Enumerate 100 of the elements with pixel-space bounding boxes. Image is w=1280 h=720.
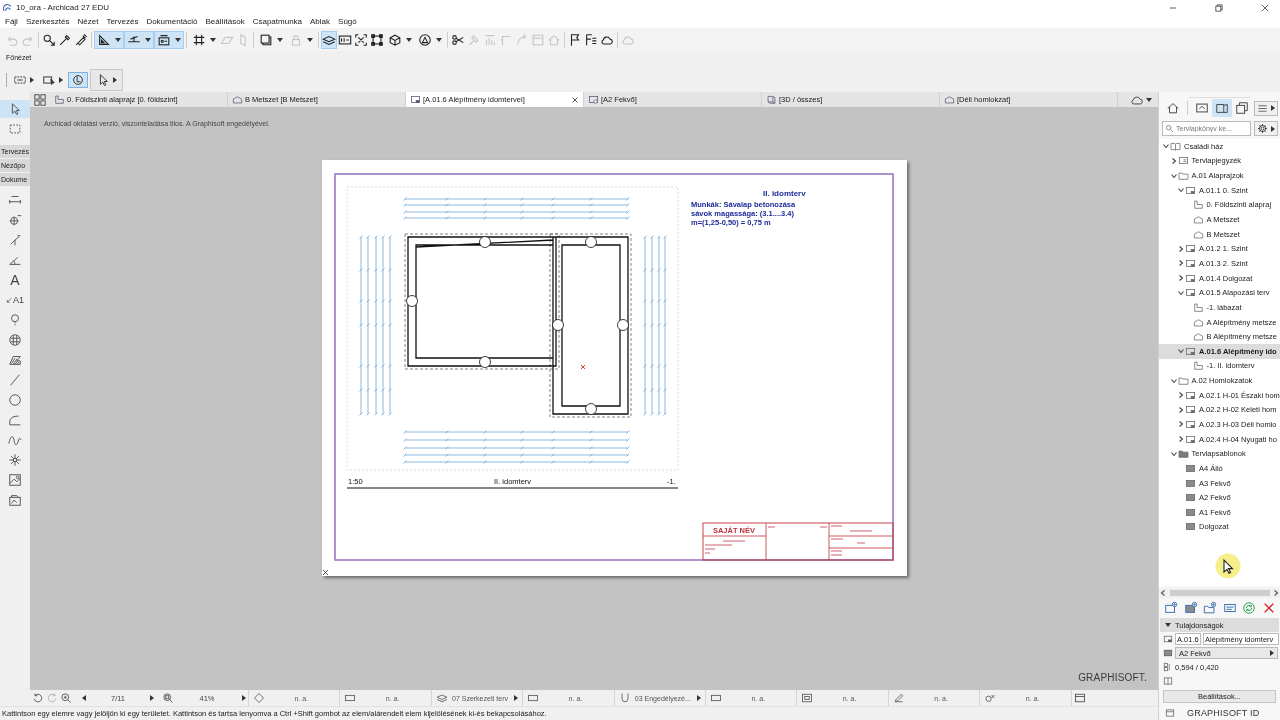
chevron-left-icon[interactable] [1159, 589, 1167, 597]
sheet-icon [1185, 433, 1196, 445]
marquee-icon [8, 122, 22, 136]
triangle-right-icon[interactable] [242, 695, 246, 701]
menu-item[interactable]: Nézet [73, 17, 103, 26]
chevron-right-icon[interactable] [1177, 420, 1185, 429]
pointer-tool-button[interactable] [0, 100, 30, 118]
menu-item[interactable]: Ablak [306, 17, 335, 26]
chevron-down-icon[interactable] [1177, 186, 1185, 195]
graphisoft-id-label[interactable]: GRAPHISOFT ID [1187, 707, 1260, 718]
framed-chevron-icon [1195, 101, 1209, 115]
zoom-icon[interactable] [162, 692, 174, 704]
chevron-right-icon[interactable] [1272, 589, 1280, 597]
chevron-down-icon[interactable] [1169, 171, 1178, 180]
close-icon[interactable] [571, 95, 579, 104]
sheet-badge-icon [588, 94, 599, 105]
floor-plan-icon [1192, 301, 1204, 313]
restore-icon [1214, 2, 1224, 13]
hatched-fill-icon [8, 353, 22, 367]
dimension-icon [8, 193, 22, 207]
menu-item[interactable]: Fájl [1, 17, 22, 26]
box-dot-button[interactable] [154, 30, 184, 49]
chevron-down-icon[interactable] [1177, 347, 1185, 356]
book-icon [1170, 140, 1181, 152]
text-tool-button[interactable]: A [0, 271, 30, 289]
window-icon[interactable] [1073, 692, 1086, 704]
eyedropper-icon [58, 32, 72, 47]
triangle-right-icon[interactable] [150, 695, 154, 701]
diamond-icon [253, 692, 265, 704]
sheet-icon [1185, 184, 1196, 196]
chevron-right-icon[interactable] [1177, 435, 1185, 444]
chevron-right-icon[interactable] [1177, 274, 1185, 283]
triangle-right-icon [30, 77, 34, 83]
horizontal-scrollbar[interactable] [1159, 588, 1280, 598]
circle-icon [8, 393, 22, 407]
new-folder-icon[interactable] [1203, 601, 1218, 615]
grid-squares-icon[interactable] [33, 92, 47, 107]
zoom-in-icon[interactable] [60, 692, 72, 704]
chevron-down-icon[interactable] [1177, 288, 1185, 297]
triangle-right-icon [59, 77, 63, 83]
floor-plan-icon [1192, 199, 1204, 211]
guide-line-button[interactable] [124, 30, 154, 49]
new-sheet-icon[interactable] [1164, 601, 1178, 615]
layers-icon [435, 692, 448, 704]
rotate-left-icon[interactable] [32, 692, 44, 704]
refresh-icon[interactable] [1242, 601, 1257, 615]
card-icon[interactable] [1222, 601, 1237, 615]
menu-item[interactable]: Csapatmunka [248, 17, 307, 26]
menu-item[interactable]: Tervezés [102, 17, 143, 26]
squares-line-icon [1163, 662, 1173, 672]
set-square-button[interactable] [94, 30, 124, 49]
house-outline-icon [1192, 331, 1204, 343]
layout-book-button[interactable] [1212, 99, 1232, 117]
arc-line-icon [8, 413, 22, 427]
menu-item[interactable]: Beállítások [201, 17, 249, 26]
stack-icon [1235, 101, 1249, 115]
chevron-down-icon[interactable] [1169, 376, 1178, 385]
menu-item[interactable]: Szerkesztés [21, 17, 74, 26]
house-outline-icon [1192, 214, 1204, 225]
rectangle-icon [527, 692, 540, 704]
dashed-rect-icon [13, 73, 27, 87]
caret-icon [406, 37, 412, 42]
caret-icon [115, 37, 121, 42]
pointer-button[interactable] [90, 69, 123, 91]
sheet-icon [1185, 272, 1196, 284]
triangle-right-icon [1271, 105, 1275, 111]
house-outline-icon [1192, 316, 1204, 328]
chevron-down-icon[interactable] [1162, 142, 1170, 151]
sun-icon [8, 453, 22, 467]
chevron-right-icon[interactable] [1177, 259, 1185, 268]
filled-sheet-icon [1185, 506, 1196, 518]
arrow-icon [6, 296, 13, 304]
caret-icon[interactable] [1146, 97, 1152, 102]
triangle-left-icon[interactable] [82, 695, 86, 701]
sheet-icon [1185, 389, 1196, 401]
menu-button[interactable] [1254, 100, 1278, 116]
house-icon [547, 32, 561, 47]
clock-button[interactable] [68, 72, 88, 88]
image-icon [8, 473, 22, 487]
menu-item[interactable]: Dokumentáció [142, 17, 202, 26]
chevron-right-icon[interactable] [1177, 405, 1185, 414]
filled-sheet-icon [1163, 648, 1173, 658]
folder-icon [1177, 375, 1189, 387]
label-tool-button[interactable]: A1 [0, 291, 30, 309]
graphisoft-logo: GRAPHISOFT. [1078, 672, 1147, 683]
nested-rectangles-icon [801, 692, 814, 704]
box-dot-icon [157, 32, 171, 47]
filled-sheet-icon [1185, 477, 1196, 489]
chevron-right-icon[interactable] [1177, 244, 1185, 253]
menu-item[interactable]: Súgó [334, 17, 361, 26]
scrollbar-thumb[interactable] [1170, 590, 1270, 596]
chevron-down-icon[interactable] [1169, 449, 1178, 458]
split-rectangle-icon[interactable] [1163, 676, 1173, 686]
triangle-right-icon [113, 77, 117, 83]
settings-button[interactable] [1254, 121, 1278, 136]
new-subset-icon[interactable] [1183, 601, 1198, 615]
layers-button[interactable] [321, 30, 337, 49]
chevron-right-icon[interactable] [1177, 391, 1185, 400]
chevron-right-icon[interactable] [1169, 156, 1178, 165]
window-icon [531, 32, 545, 47]
